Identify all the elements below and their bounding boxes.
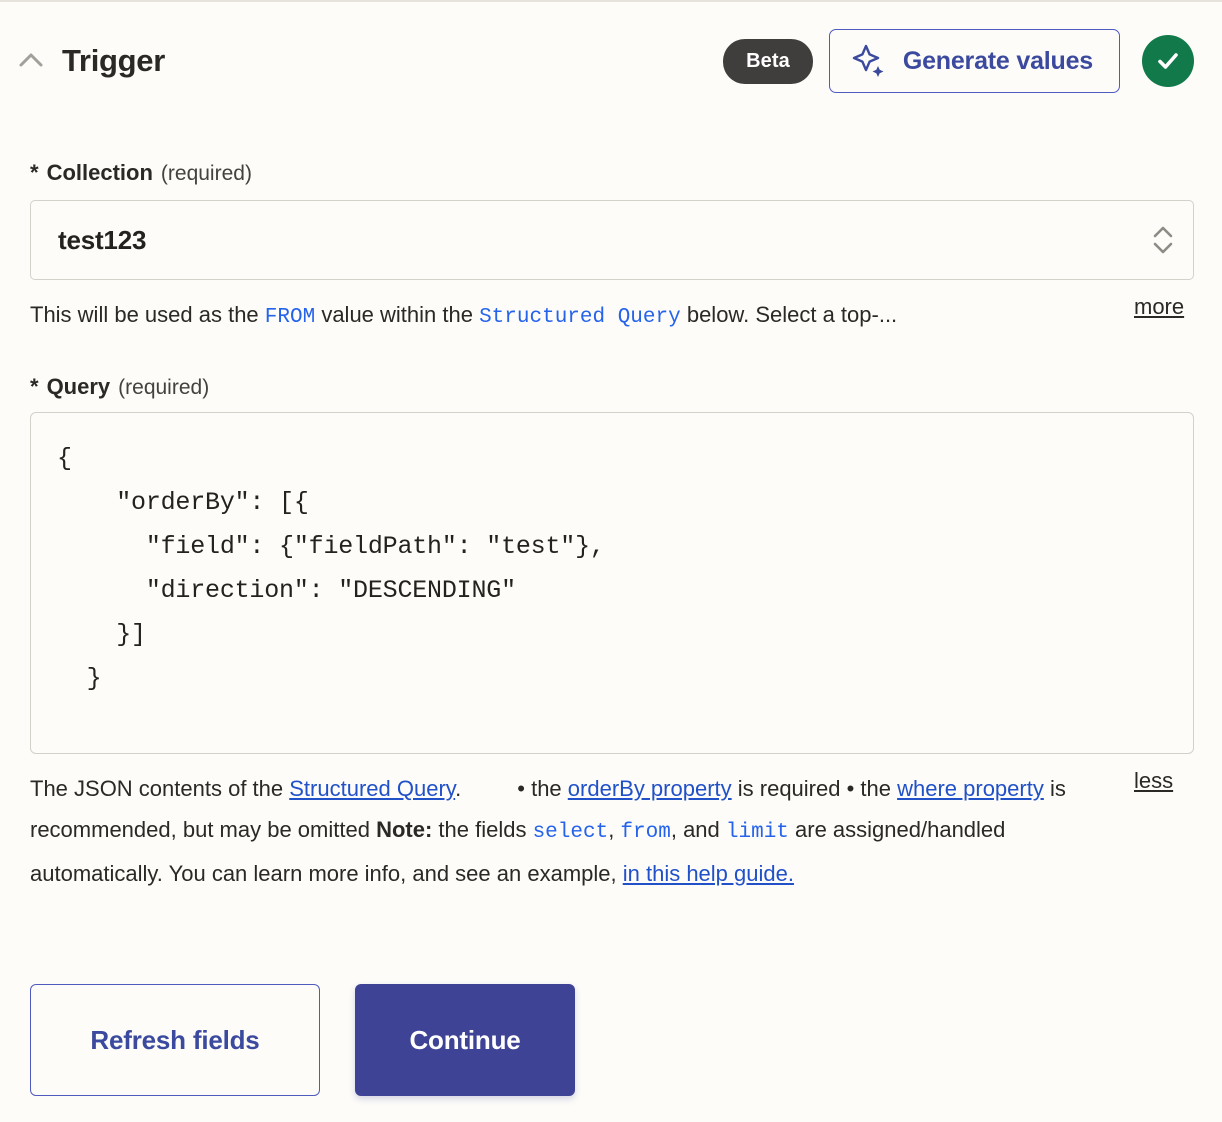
query-help-t3: • the [517,776,568,801]
query-code-editor[interactable]: { "orderBy": [{ "field": {"fieldPath": "… [30,412,1194,754]
collection-help-text: This will be used as the FROM value with… [30,294,1105,338]
trigger-form-panel: Trigger Beta Generate values * Collection… [0,0,1222,1122]
collection-help-part3: below. Select a top-... [680,302,898,327]
collection-requirement-text: (required) [160,162,252,185]
sparkle-icon [852,44,886,78]
collection-help-part1: This will be used as the [30,302,265,327]
query-code-content: { "orderBy": [{ "field": {"fieldPath": "… [57,444,605,693]
query-label-text: Query [46,374,111,399]
collection-select-value: test123 [58,224,147,255]
collection-field-label: * Collection (required) [30,160,252,186]
query-help-t7: , [608,817,621,842]
query-requirement-text: (required) [118,376,210,399]
section-header: Trigger Beta Generate values [0,2,1222,120]
query-help-text: The JSON contents of the Structured Quer… [30,768,1120,894]
query-help-t6: the fields [432,817,533,842]
query-help-t4: is required • the [731,776,898,801]
where-property-link[interactable]: where property [897,776,1044,801]
collection-help-code-structured-query: Structured Query [479,306,681,329]
collection-more-toggle[interactable]: more [1134,294,1184,320]
structured-query-link[interactable]: Structured Query [289,776,455,801]
collection-label-text: Collection [46,160,153,185]
generate-values-button[interactable]: Generate values [828,29,1120,93]
chevron-up-icon[interactable] [14,44,48,78]
help-guide-link[interactable]: in this help guide. [623,861,794,886]
query-help-t2: . [455,776,462,801]
query-help-code-select: select [532,821,609,844]
check-circle-icon [1142,35,1194,87]
collection-help-part2: value within the [315,302,480,327]
query-help-code-from: from [620,821,671,844]
action-button-row: Refresh fields Continue [30,984,575,1096]
continue-button[interactable]: Continue [355,984,575,1096]
generate-values-label: Generate values [902,46,1093,75]
query-help-t8: , and [670,817,726,842]
orderby-property-link[interactable]: orderBy property [568,776,732,801]
collection-select[interactable]: test123 [30,200,1194,280]
query-required-marker: * [30,374,39,399]
query-less-toggle[interactable]: less [1134,768,1173,794]
page-title: Trigger [62,43,165,78]
refresh-fields-button[interactable]: Refresh fields [30,984,320,1096]
beta-badge: Beta [723,38,813,84]
query-help-note: Note: [376,817,433,842]
query-field-label: * Query (required) [30,374,209,400]
collection-required-marker: * [30,160,39,185]
query-help-t1: The JSON contents of the [30,776,290,801]
collection-help-code-from: FROM [264,306,316,329]
chevron-up-down-icon[interactable] [1133,220,1193,260]
query-help-code-limit: limit [725,821,789,844]
